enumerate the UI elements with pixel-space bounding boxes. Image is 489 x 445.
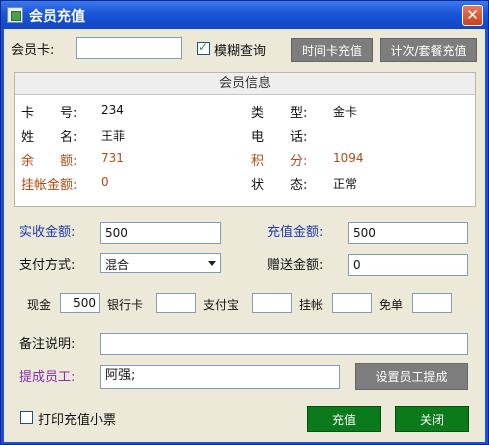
free-order-label: 免单: [379, 298, 404, 312]
received-amount-input[interactable]: 500: [100, 222, 221, 244]
title-bar[interactable]: 会员充值 ✕: [1, 1, 488, 29]
gift-amount-input[interactable]: 0: [348, 254, 468, 276]
name-label: 姓 名:: [21, 130, 78, 145]
received-amount-label: 实收金额:: [19, 225, 76, 240]
type-value: 金卡: [333, 105, 358, 119]
bank-card-label: 银行卡: [107, 298, 144, 312]
dialog-window: 会员充值 ✕ 会员卡: 模糊查询 时间卡充值 计次/套餐充值 会员信息 卡 号:…: [0, 0, 489, 445]
fuzzy-search-label: 模糊查询: [214, 44, 267, 59]
credit-value: 0: [101, 175, 109, 189]
dialog-body: 会员卡: 模糊查询 时间卡充值 计次/套餐充值 会员信息 卡 号: 234 类 …: [4, 29, 485, 442]
count-package-recharge-button[interactable]: 计次/套餐充值: [380, 38, 477, 62]
chevron-down-icon: [208, 261, 216, 266]
commission-staff-label: 提成员工:: [19, 370, 76, 385]
gift-amount-label: 赠送金额:: [267, 258, 324, 273]
on-account-input[interactable]: [332, 293, 372, 313]
bank-card-input[interactable]: [156, 293, 196, 313]
member-info-panel: 会员信息 卡 号: 234 类 型: 金卡 姓 名: 王菲 电 话: 余 额: …: [14, 72, 476, 207]
card-no-value: 234: [101, 103, 124, 117]
status-value: 正常: [333, 177, 358, 191]
fuzzy-search-checkbox[interactable]: [197, 40, 210, 55]
print-receipt-label: 打印充值小票: [38, 413, 117, 428]
points-label: 积 分:: [251, 154, 308, 169]
print-receipt-checkbox[interactable]: [20, 411, 33, 424]
cash-input[interactable]: 500: [60, 293, 100, 313]
name-value: 王菲: [101, 129, 126, 143]
status-label: 状 态:: [251, 178, 308, 193]
alipay-label: 支付宝: [203, 298, 240, 312]
payment-method-select[interactable]: 混合: [100, 253, 221, 273]
card-input[interactable]: [76, 37, 182, 59]
window-title: 会员充值: [29, 9, 85, 25]
payment-method-label: 支付方式:: [19, 258, 76, 273]
app-icon: [7, 7, 23, 23]
alipay-input[interactable]: [252, 293, 292, 313]
type-label: 类 型:: [251, 106, 308, 121]
balance-label: 余 额:: [21, 154, 78, 169]
free-order-input[interactable]: [412, 293, 452, 313]
set-staff-commission-button[interactable]: 设置员工提成: [355, 363, 468, 390]
close-icon[interactable]: ✕: [462, 5, 483, 26]
payment-method-value: 混合: [105, 258, 130, 272]
recharge-amount-label: 充值金额:: [267, 225, 324, 240]
cash-label: 现金: [27, 298, 52, 312]
time-card-recharge-button[interactable]: 时间卡充值: [291, 38, 373, 62]
member-info-header: 会员信息: [15, 73, 475, 95]
commission-staff-input[interactable]: 阿强;: [100, 365, 340, 389]
points-value: 1094: [333, 151, 364, 165]
remark-label: 备注说明:: [19, 337, 76, 352]
card-no-label: 卡 号:: [21, 106, 78, 121]
recharge-amount-input[interactable]: 500: [348, 222, 468, 244]
recharge-button[interactable]: 充值: [307, 406, 381, 432]
credit-label: 挂帐金额:: [21, 178, 78, 193]
remark-input[interactable]: [100, 333, 468, 355]
on-account-label: 挂帐: [299, 298, 324, 312]
card-label: 会员卡:: [11, 43, 55, 58]
phone-label: 电 话:: [251, 130, 308, 145]
close-button[interactable]: 关闭: [395, 406, 469, 432]
balance-value: 731: [101, 151, 124, 165]
